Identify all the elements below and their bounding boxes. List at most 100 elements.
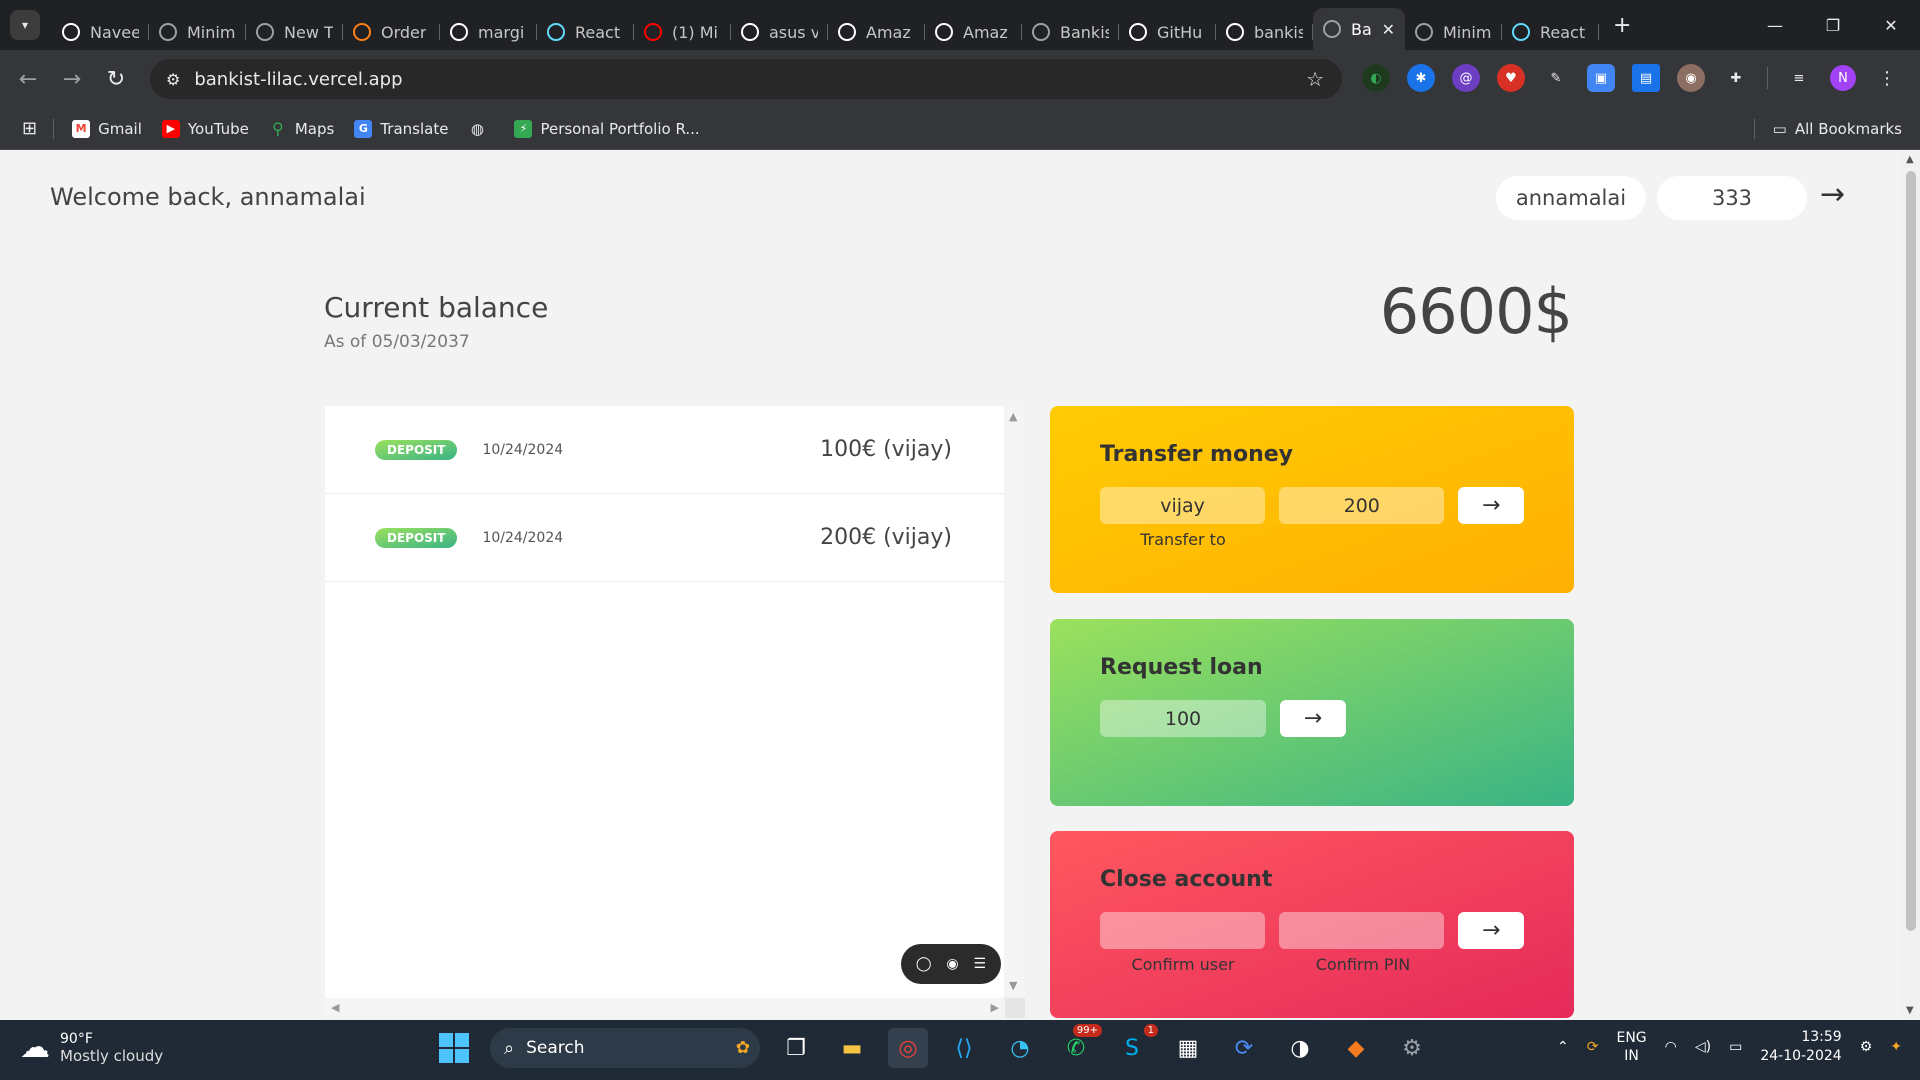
battery-icon[interactable]: ▭ xyxy=(1729,1039,1742,1055)
extension-screenshot-icon[interactable]: ▣ xyxy=(1587,64,1615,92)
bookmark-maps[interactable]: ⚲ Maps xyxy=(269,119,334,138)
bookmark-youtube[interactable]: ▶ YouTube xyxy=(161,119,249,138)
browser-tab[interactable]: Ba ✕ xyxy=(1313,8,1405,50)
color-picker-icon[interactable]: ✎ xyxy=(1542,64,1570,92)
tab-title: Order xyxy=(381,22,427,42)
transfer-to-input[interactable]: vijay xyxy=(1100,487,1266,524)
close-user-input[interactable] xyxy=(1100,912,1266,949)
extension-leaf-icon[interactable]: ◐ xyxy=(1362,64,1390,92)
chevron-up-icon[interactable]: ⌃ xyxy=(1557,1039,1569,1055)
skype-badge: 1 xyxy=(1143,1024,1158,1037)
browser-tab[interactable]: asus v xyxy=(731,14,828,50)
bookmark-portfolio[interactable]: ⚡ Personal Portfolio R... xyxy=(514,119,700,138)
extensions-puzzle-icon[interactable]: ✚ xyxy=(1722,64,1750,92)
sublime-icon[interactable]: ◆ xyxy=(1336,1028,1376,1068)
whatsapp-icon[interactable]: ✆ 99+ xyxy=(1056,1024,1102,1068)
extension-mastodon-icon[interactable]: @ xyxy=(1452,64,1480,92)
weather-widget[interactable]: ☁ 90°F Mostly cloudy xyxy=(20,1030,163,1065)
address-bar[interactable]: ⚙ bankist-lilac.vercel.app ☆ xyxy=(150,59,1342,99)
page-scrollbar[interactable]: ▲ ▼ xyxy=(1902,151,1920,1019)
wifi-icon[interactable]: ◠ xyxy=(1665,1039,1677,1055)
close-submit-button[interactable]: → xyxy=(1458,912,1525,949)
tab-close-icon[interactable]: ✕ xyxy=(1382,20,1395,39)
volume-icon[interactable]: ◁) xyxy=(1695,1039,1711,1055)
sync-app-icon[interactable]: ⟳ xyxy=(1224,1028,1264,1068)
browser-tab[interactable]: margi xyxy=(440,14,537,50)
movements-horizontal-scrollbar[interactable]: ◀ ▶ xyxy=(325,998,1005,1018)
profile-avatar[interactable]: N xyxy=(1830,65,1856,91)
toolbar: ← → ↻ ⚙ bankist-lilac.vercel.app ☆ ◐ ✱ @… xyxy=(0,50,1920,108)
chrome-icon[interactable]: ◎ xyxy=(888,1028,928,1068)
scroll-down-icon[interactable]: ▼ xyxy=(1906,1005,1914,1016)
minimize-icon[interactable]: — xyxy=(1746,0,1804,50)
obs-icon[interactable]: ◑ xyxy=(1280,1028,1320,1068)
taskbar-search[interactable]: ⌕ Search ✿ xyxy=(490,1028,760,1068)
browser-tab[interactable]: GitHu xyxy=(1119,14,1216,50)
transfer-submit-button[interactable]: → xyxy=(1458,487,1525,524)
scroll-up-icon[interactable]: ▲ xyxy=(1906,154,1914,165)
site-info-icon[interactable]: ⚙ xyxy=(166,70,180,89)
login-user-input[interactable] xyxy=(1496,176,1646,220)
browser-tab[interactable]: New T xyxy=(246,14,343,50)
browser-tab[interactable]: Navee xyxy=(52,14,149,50)
tab-search-button[interactable]: ▾ xyxy=(10,10,40,40)
bookmark-star-icon[interactable]: ☆ xyxy=(1306,67,1324,91)
browser-tab[interactable]: Bankis xyxy=(1022,14,1119,50)
browser-tab[interactable]: Order xyxy=(343,14,440,50)
login-button[interactable]: → xyxy=(1820,177,1845,212)
browser-tab[interactable]: React xyxy=(537,14,634,50)
browser-tab[interactable]: (1) Mi xyxy=(634,14,731,50)
close-pin-label: Confirm PIN xyxy=(1315,955,1411,974)
scroll-right-icon[interactable]: ▶ xyxy=(991,1001,999,1014)
close-icon[interactable]: ✕ xyxy=(1862,0,1920,50)
task-view-icon[interactable]: ❐ xyxy=(776,1028,816,1068)
notification-icon[interactable]: ⚙ xyxy=(1860,1039,1873,1055)
sync-status-icon[interactable]: ⟳ xyxy=(1587,1039,1599,1055)
loan-amount-input[interactable]: 100 xyxy=(1100,700,1266,737)
login-pin-input[interactable]: 333 xyxy=(1657,176,1807,220)
skype-icon[interactable]: S1 xyxy=(1112,1024,1158,1068)
browser-tab[interactable]: bankis xyxy=(1216,14,1313,50)
menu-icon[interactable]: ☰ xyxy=(974,956,987,972)
transfer-amount-input[interactable]: 200 xyxy=(1279,487,1445,524)
extension-snowflake-icon[interactable]: ✱ xyxy=(1407,64,1435,92)
scroll-up-icon[interactable]: ▲ xyxy=(1009,410,1017,423)
scroll-left-icon[interactable]: ◀ xyxy=(331,1001,339,1014)
all-bookmarks-button[interactable]: ▭ All Bookmarks xyxy=(1753,119,1902,139)
browser-tab[interactable]: Minim xyxy=(1405,14,1502,50)
browser-tab[interactable]: Minim xyxy=(149,14,246,50)
start-button[interactable] xyxy=(434,1028,474,1068)
language-indicator[interactable]: ENG IN xyxy=(1616,1029,1646,1065)
close-pin-input[interactable] xyxy=(1279,912,1445,949)
kebab-menu-icon[interactable]: ⋮ xyxy=(1873,64,1901,92)
browser-tab[interactable]: Amaz xyxy=(925,14,1022,50)
browser-tab[interactable]: Amaz xyxy=(828,14,925,50)
clock[interactable]: 13:59 24-10-2024 xyxy=(1760,1028,1841,1066)
bookmark-globe[interactable]: ◍ xyxy=(468,120,494,138)
file-explorer-icon[interactable]: ▬ xyxy=(832,1028,872,1068)
extension-heart-icon[interactable]: ♥ xyxy=(1497,64,1525,92)
edge-icon[interactable]: ◔ xyxy=(1000,1028,1040,1068)
comment-icon[interactable]: ◯ xyxy=(916,956,932,972)
browser-tab[interactable]: React xyxy=(1502,14,1599,50)
back-button[interactable]: ← xyxy=(6,67,50,92)
media-controls-icon[interactable]: ≡ xyxy=(1785,64,1813,92)
reload-button[interactable]: ↻ xyxy=(94,67,138,92)
new-tab-button[interactable]: + xyxy=(1613,13,1631,38)
settings-gear-icon[interactable]: ⚙ xyxy=(1392,1028,1432,1068)
extension-docs-icon[interactable]: ▤ xyxy=(1632,64,1660,92)
bookmark-gmail[interactable]: M Gmail xyxy=(72,119,142,138)
restore-icon[interactable]: ❐ xyxy=(1804,0,1862,50)
forward-button[interactable]: → xyxy=(50,67,94,92)
apps-grid-icon[interactable]: ⊞ xyxy=(22,118,37,139)
bookmark-translate[interactable]: G Translate xyxy=(354,119,448,138)
movements-vertical-scrollbar[interactable]: ▲ ▼ xyxy=(1005,406,1025,996)
vscode-icon[interactable]: ⟨⟩ xyxy=(944,1028,984,1068)
scroll-down-icon[interactable]: ▼ xyxy=(1009,979,1017,992)
page-scrollbar-thumb[interactable] xyxy=(1906,171,1916,931)
extension-glasses-icon[interactable]: ◉ xyxy=(1677,64,1705,92)
eye-icon[interactable]: ◉ xyxy=(946,956,958,972)
store-icon[interactable]: ▦ xyxy=(1168,1028,1208,1068)
loan-submit-button[interactable]: → xyxy=(1280,700,1346,737)
copilot-icon[interactable]: ✦ xyxy=(1890,1039,1902,1055)
